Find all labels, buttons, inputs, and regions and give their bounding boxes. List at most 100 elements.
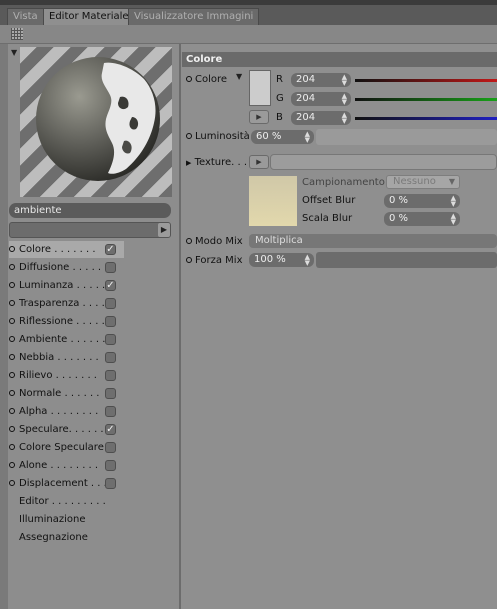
channel-b-label: B — [276, 112, 283, 123]
texture-menu-button[interactable]: ▶ — [249, 155, 269, 169]
channel-dot-icon — [9, 264, 15, 270]
channel-g-slider[interactable] — [355, 98, 497, 101]
channel-leader: . . . . . — [73, 280, 106, 291]
offset-blur-field[interactable]: 0 % ▲ ▼ — [384, 194, 460, 208]
channel-dot-icon — [9, 282, 15, 288]
scala-blur-value: 0 % — [389, 213, 409, 224]
channel-r-field[interactable]: 204 ▲ ▼ — [291, 73, 351, 87]
luminosita-slider[interactable] — [316, 129, 497, 145]
spinner-icon[interactable]: ▲ ▼ — [305, 131, 310, 144]
chevron-down-icon[interactable]: ▼ — [236, 72, 242, 81]
grid-icon[interactable] — [11, 28, 23, 40]
channel-label: Diffusione — [19, 262, 70, 273]
channel-value: 204 — [296, 112, 316, 123]
campionamento-label: Campionamento — [302, 177, 385, 188]
channel-b-slider[interactable] — [355, 117, 497, 120]
channel-dot-icon — [9, 318, 15, 324]
channel-label: Speculare — [19, 424, 69, 435]
triangle-right-icon[interactable]: ▶ — [186, 159, 191, 167]
texture-field[interactable] — [270, 154, 497, 170]
channel-label: Trasparenza — [19, 298, 80, 309]
channel-checkbox[interactable] — [105, 316, 116, 327]
channel-leader: . . . . . — [72, 316, 105, 327]
colore-label-text: Colore — [195, 74, 228, 85]
channel-checkbox[interactable] — [105, 388, 116, 399]
forza-mix-value: 100 % — [254, 254, 286, 265]
channel-checkbox[interactable]: ✓ — [105, 424, 116, 435]
luminosita-field[interactable]: 60 % ▲ ▼ — [251, 130, 314, 144]
tab-visualizzatore-immagini[interactable]: Visualizzatore Immagini — [128, 8, 260, 25]
tab-vista[interactable]: Vista — [7, 8, 44, 25]
channel-g-field[interactable]: 204 ▲ ▼ — [291, 92, 351, 106]
channel-leader: . . . . . . . . — [47, 406, 99, 417]
channel-checkbox[interactable] — [105, 334, 116, 345]
channel-dot-icon — [9, 246, 15, 252]
channel-label: Rilievo — [19, 370, 53, 381]
channel-dot-icon — [9, 444, 15, 450]
channel-checkbox[interactable] — [105, 442, 116, 453]
channel-label: Colore — [19, 244, 52, 255]
channel-label: Alone — [19, 460, 48, 471]
forza-mix-field[interactable]: 100 % ▲ ▼ — [249, 253, 314, 267]
menu-arrow-icon[interactable]: ▼ — [11, 48, 17, 57]
channel-checkbox[interactable] — [105, 370, 116, 381]
menu-item-assegnazione[interactable]: Assegnazione — [19, 529, 88, 546]
channel-checkbox[interactable] — [105, 478, 116, 489]
material-name-field[interactable]: ambiente — [9, 203, 171, 218]
channel-leader: . . . . . . . — [51, 244, 96, 255]
texture-label: ▶ Texture. . . — [186, 156, 247, 170]
channel-label: Nebbia — [19, 352, 55, 363]
channel-checkbox[interactable] — [105, 262, 116, 273]
panel-divider[interactable] — [179, 44, 181, 609]
modo-mix-dropdown[interactable]: Moltiplica — [249, 234, 497, 248]
preview-sphere — [36, 57, 160, 181]
campionamento-dropdown[interactable]: Nessuno ▼ — [386, 175, 460, 189]
channel-label: Riflessione — [19, 316, 73, 327]
parameter-dot-icon — [186, 133, 192, 139]
channel-value: 204 — [296, 93, 316, 104]
menu-item-editor[interactable]: Editor . . . . . . . . . — [19, 493, 106, 510]
channel-dot-icon — [9, 300, 15, 306]
spinner-icon[interactable]: ▲ ▼ — [342, 74, 347, 87]
channel-checkbox[interactable]: ✓ — [105, 244, 116, 255]
material-selector[interactable] — [9, 222, 171, 238]
channel-checkbox[interactable] — [105, 460, 116, 471]
channel-r-slider[interactable] — [355, 79, 497, 82]
channel-checkbox[interactable] — [105, 352, 116, 363]
channel-checkbox[interactable] — [105, 298, 116, 309]
channel-dot-icon — [9, 390, 15, 396]
menu-item-illuminazione[interactable]: Illuminazione — [19, 511, 85, 528]
channel-checkbox[interactable]: ✓ — [105, 280, 116, 291]
parameter-dot-icon — [186, 76, 192, 82]
channel-label: Colore Speculare — [19, 442, 104, 453]
channel-label: Displacement — [19, 478, 88, 489]
spinner-icon[interactable]: ▲ ▼ — [342, 93, 347, 106]
spinner-icon[interactable]: ▲ ▼ — [451, 213, 456, 226]
texture-label-text: Texture. . . — [194, 157, 248, 168]
arrow-right-icon[interactable]: ▶ — [158, 223, 170, 237]
parameter-dot-icon — [186, 238, 192, 244]
channel-leader: . . . . . . — [61, 388, 100, 399]
spinner-icon[interactable]: ▲ ▼ — [451, 195, 456, 208]
channel-dot-icon — [9, 372, 15, 378]
channel-b-field[interactable]: 204 ▲ ▼ — [291, 111, 351, 125]
channel-label: Alpha — [19, 406, 48, 417]
channel-checkbox[interactable] — [105, 406, 116, 417]
texture-preview — [249, 176, 297, 226]
sphere-highlight-icon — [101, 62, 156, 174]
section-title: Colore — [182, 52, 497, 67]
tab-editor-materiale[interactable]: Editor Materiale — [43, 8, 135, 25]
color-swatch[interactable] — [249, 70, 271, 106]
spinner-icon[interactable]: ▲ ▼ — [342, 112, 347, 125]
offset-blur-label: Offset Blur — [302, 195, 356, 206]
forza-mix-slider[interactable] — [316, 252, 497, 268]
expand-button[interactable]: ▶ — [249, 110, 269, 124]
channel-label: Ambiente — [19, 334, 68, 345]
forza-mix-label: Forza Mix — [186, 254, 243, 268]
scala-blur-field[interactable]: 0 % ▲ ▼ — [384, 212, 460, 226]
channel-leader: . . . . . . — [68, 424, 104, 435]
forza-mix-label-text: Forza Mix — [195, 255, 243, 266]
modo-mix-label: Modo Mix — [186, 235, 243, 249]
spinner-icon[interactable]: ▲ ▼ — [305, 254, 310, 267]
channel-dot-icon — [9, 462, 15, 468]
